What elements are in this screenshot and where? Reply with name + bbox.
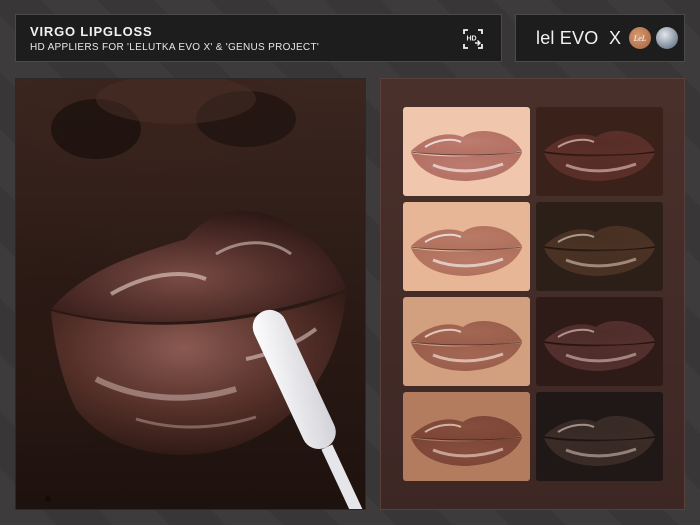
brand-banner: lel EVO X LeL: [515, 14, 685, 62]
hero-lips-photo: [15, 78, 366, 510]
lelutka-logo-text: LeL: [633, 33, 647, 43]
lip-swatch-8[interactable]: [536, 392, 663, 481]
lip-swatch-7[interactable]: [403, 392, 530, 481]
genus-logo: [656, 27, 678, 49]
product-subtitle: HD APPLIERS FOR 'LELUTKA EVO X' & 'GENUS…: [30, 42, 320, 53]
hd-applier-icon: HD: [463, 29, 483, 49]
lip-swatch-3[interactable]: [403, 202, 530, 291]
lip-swatch-1[interactable]: [403, 107, 530, 196]
brand-x-text: X: [609, 28, 622, 48]
swatch-panel: [380, 78, 685, 510]
lip-swatch-6[interactable]: [536, 297, 663, 386]
product-title: VIRGO LIPGLOSS: [30, 24, 153, 39]
hero-illustration: [45, 79, 365, 509]
svg-text:HD: HD: [467, 36, 477, 43]
lip-swatch-5[interactable]: [403, 297, 530, 386]
lip-swatch-2[interactable]: [536, 107, 663, 196]
lip-swatch-4[interactable]: [536, 202, 663, 291]
header-banner: VIRGO LIPGLOSS HD APPLIERS FOR 'LELUTKA …: [15, 14, 502, 62]
brand-evo-text: lel EVO: [536, 28, 599, 48]
lelutka-logo: LeL: [629, 27, 651, 49]
